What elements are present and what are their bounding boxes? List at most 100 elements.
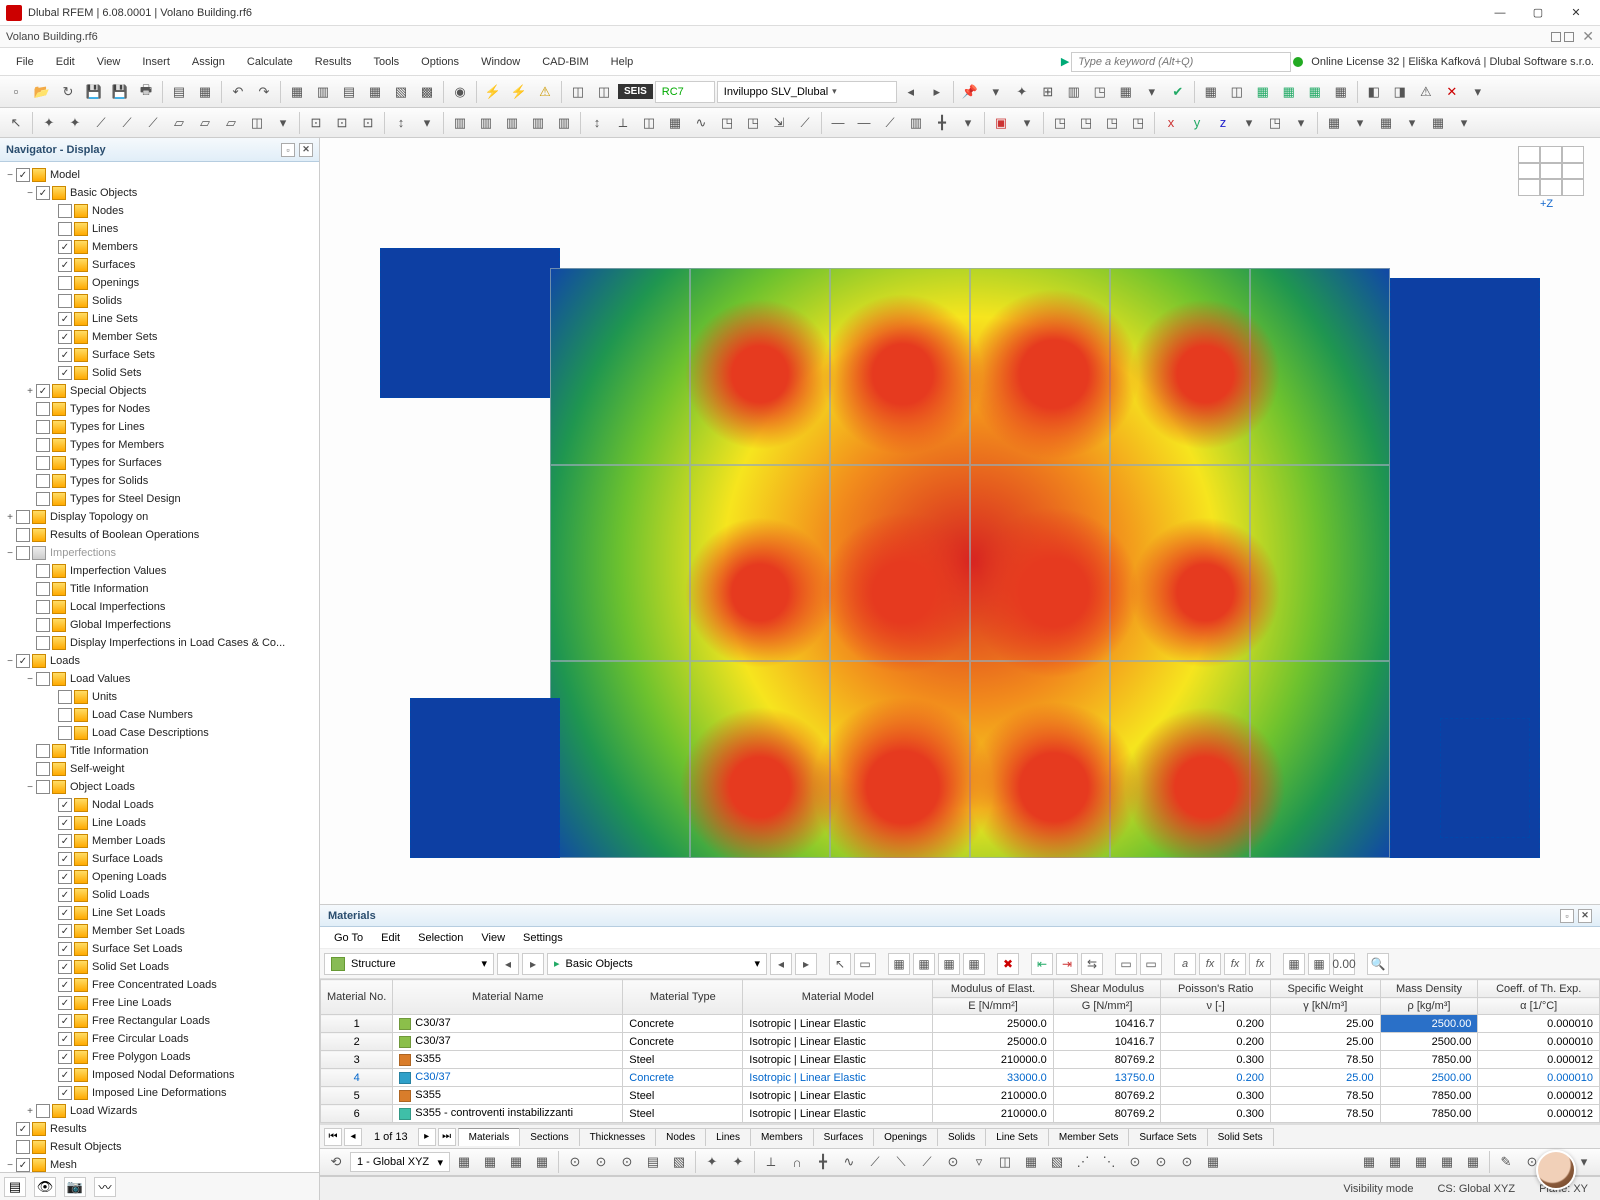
t2-20[interactable]: ▥	[526, 111, 550, 135]
t2-52[interactable]: ▾	[1400, 111, 1424, 135]
table-cell[interactable]: S355	[393, 1051, 623, 1069]
tree-item[interactable]: Units	[2, 688, 317, 706]
table-cell[interactable]: 2500.00	[1380, 1015, 1478, 1033]
doc-close[interactable]: ✕	[1582, 28, 1594, 45]
tree-checkbox[interactable]	[16, 546, 30, 560]
t2-41[interactable]: ◳	[1100, 111, 1124, 135]
tab-member-sets[interactable]: Member Sets	[1048, 1128, 1129, 1146]
w1-button[interactable]: ◧	[1362, 80, 1386, 104]
bt-10[interactable]: ▧	[667, 1150, 691, 1174]
tree-item[interactable]: Types for Solids	[2, 472, 317, 490]
tree-checkbox[interactable]	[58, 312, 72, 326]
tree-expand-icon[interactable]: +	[24, 386, 36, 397]
bt-snap5[interactable]: ▦	[1461, 1150, 1485, 1174]
tree-checkbox[interactable]	[36, 456, 50, 470]
tree-checkbox[interactable]	[16, 1122, 30, 1136]
tree-checkbox[interactable]	[16, 1140, 30, 1154]
t2-31[interactable]: —	[826, 111, 850, 135]
t2-11[interactable]: ▾	[271, 111, 295, 135]
c2-button[interactable]: ▦	[1251, 80, 1275, 104]
tree-checkbox[interactable]	[16, 528, 30, 542]
link1-button[interactable]: ◫	[566, 80, 590, 104]
tree-checkbox[interactable]	[36, 384, 50, 398]
tree-checkbox[interactable]	[36, 672, 50, 686]
search-input[interactable]	[1071, 52, 1291, 72]
color-button[interactable]: ▾	[1140, 80, 1164, 104]
t2-13[interactable]: ⊡	[330, 111, 354, 135]
table-cell[interactable]: 5	[321, 1087, 393, 1105]
view-detail-button[interactable]: ▥	[311, 80, 335, 104]
bp-menu-settings[interactable]: Settings	[515, 929, 571, 947]
tree-checkbox[interactable]	[58, 726, 72, 740]
tree-checkbox[interactable]	[36, 492, 50, 506]
navftr-cam[interactable]: 📷	[64, 1177, 86, 1197]
tree-checkbox[interactable]	[58, 204, 72, 218]
navigator-tree[interactable]: −Model−Basic ObjectsNodesLinesMembersSur…	[0, 162, 319, 1172]
tree-expand-icon[interactable]: −	[4, 656, 16, 667]
tab-line-sets[interactable]: Line Sets	[985, 1128, 1049, 1146]
t2-5[interactable]: ⟋	[115, 111, 139, 135]
tree-checkbox[interactable]	[58, 366, 72, 380]
tree-item[interactable]: +Special Objects	[2, 382, 317, 400]
tree-checkbox[interactable]	[58, 690, 72, 704]
bt-24[interactable]: ▧	[1045, 1150, 1069, 1174]
bt-snap1[interactable]: ▦	[1357, 1150, 1381, 1174]
wx-button[interactable]: ✕	[1440, 80, 1464, 104]
tree-item[interactable]: Title Information	[2, 742, 317, 760]
tree-checkbox[interactable]	[16, 510, 30, 524]
t2-12[interactable]: ⊡	[304, 111, 328, 135]
support-avatar[interactable]	[1536, 1150, 1576, 1190]
tree-checkbox[interactable]	[36, 564, 50, 578]
print-button[interactable]: 🖶	[134, 80, 158, 104]
table-row[interactable]: 6S355 - controventi instabilizzantiSteel…	[321, 1105, 1600, 1123]
table-cell[interactable]: 3	[321, 1051, 393, 1069]
bt-3[interactable]: ▦	[478, 1150, 502, 1174]
c1-button[interactable]: ◫	[1225, 80, 1249, 104]
tree-expand-icon[interactable]: −	[4, 170, 16, 181]
table-cell[interactable]: Isotropic | Linear Elastic	[743, 1087, 933, 1105]
t2-21[interactable]: ▥	[552, 111, 576, 135]
tree-item[interactable]: Openings	[2, 274, 317, 292]
tree-item[interactable]: Line Set Loads	[2, 904, 317, 922]
tabs-prev[interactable]: ◂	[344, 1128, 362, 1146]
table-cell[interactable]: 2	[321, 1033, 393, 1051]
bp-next2[interactable]: ▸	[795, 953, 817, 975]
t2-35[interactable]: ╋	[930, 111, 954, 135]
t2-53[interactable]: ▦	[1426, 111, 1450, 135]
navftr-graph[interactable]: 〰	[94, 1177, 116, 1197]
tab-lines[interactable]: Lines	[705, 1128, 751, 1146]
tree-item[interactable]: Free Circular Loads	[2, 1030, 317, 1048]
table-cell[interactable]: 0.000012	[1478, 1087, 1600, 1105]
sheet-button[interactable]: ▧	[389, 80, 413, 104]
w2-button[interactable]: ◨	[1388, 80, 1412, 104]
tree-checkbox[interactable]	[36, 420, 50, 434]
tree-item[interactable]: Surface Sets	[2, 346, 317, 364]
bt-12[interactable]: ✦	[726, 1150, 750, 1174]
tabs-last[interactable]: ⏭	[438, 1128, 456, 1146]
table-cell[interactable]: 0.200	[1161, 1069, 1271, 1087]
tree-checkbox[interactable]	[58, 888, 72, 902]
bt-14[interactable]: ∩	[785, 1150, 809, 1174]
bp-pin-button[interactable]: ▫	[1560, 909, 1574, 923]
menu-results[interactable]: Results	[305, 52, 362, 72]
menu-insert[interactable]: Insert	[132, 52, 180, 72]
tab-thicknesses[interactable]: Thicknesses	[579, 1128, 657, 1146]
bt-7[interactable]: ⊙	[589, 1150, 613, 1174]
table-cell[interactable]: 78.50	[1270, 1087, 1380, 1105]
tree-item[interactable]: +Load Wizards	[2, 1102, 317, 1120]
t2-46[interactable]: ▾	[1237, 111, 1261, 135]
menu-assign[interactable]: Assign	[182, 52, 235, 72]
bp-prev1[interactable]: ◂	[497, 953, 519, 975]
tree-item[interactable]: Solid Set Loads	[2, 958, 317, 976]
materials-table[interactable]: Material No. Material Name Material Type…	[320, 979, 1600, 1123]
tree-item[interactable]: Line Loads	[2, 814, 317, 832]
tab-solid-sets[interactable]: Solid Sets	[1207, 1128, 1274, 1146]
tree-checkbox[interactable]	[58, 852, 72, 866]
bt-9[interactable]: ▤	[641, 1150, 665, 1174]
tree-item[interactable]: −Model	[2, 166, 317, 184]
menu-calculate[interactable]: Calculate	[237, 52, 303, 72]
rc-combo[interactable]: RC7	[655, 81, 715, 103]
table-cell[interactable]: 10416.7	[1053, 1015, 1161, 1033]
iso-button[interactable]: ▦	[1199, 80, 1223, 104]
floor-button[interactable]: ▥	[1062, 80, 1086, 104]
